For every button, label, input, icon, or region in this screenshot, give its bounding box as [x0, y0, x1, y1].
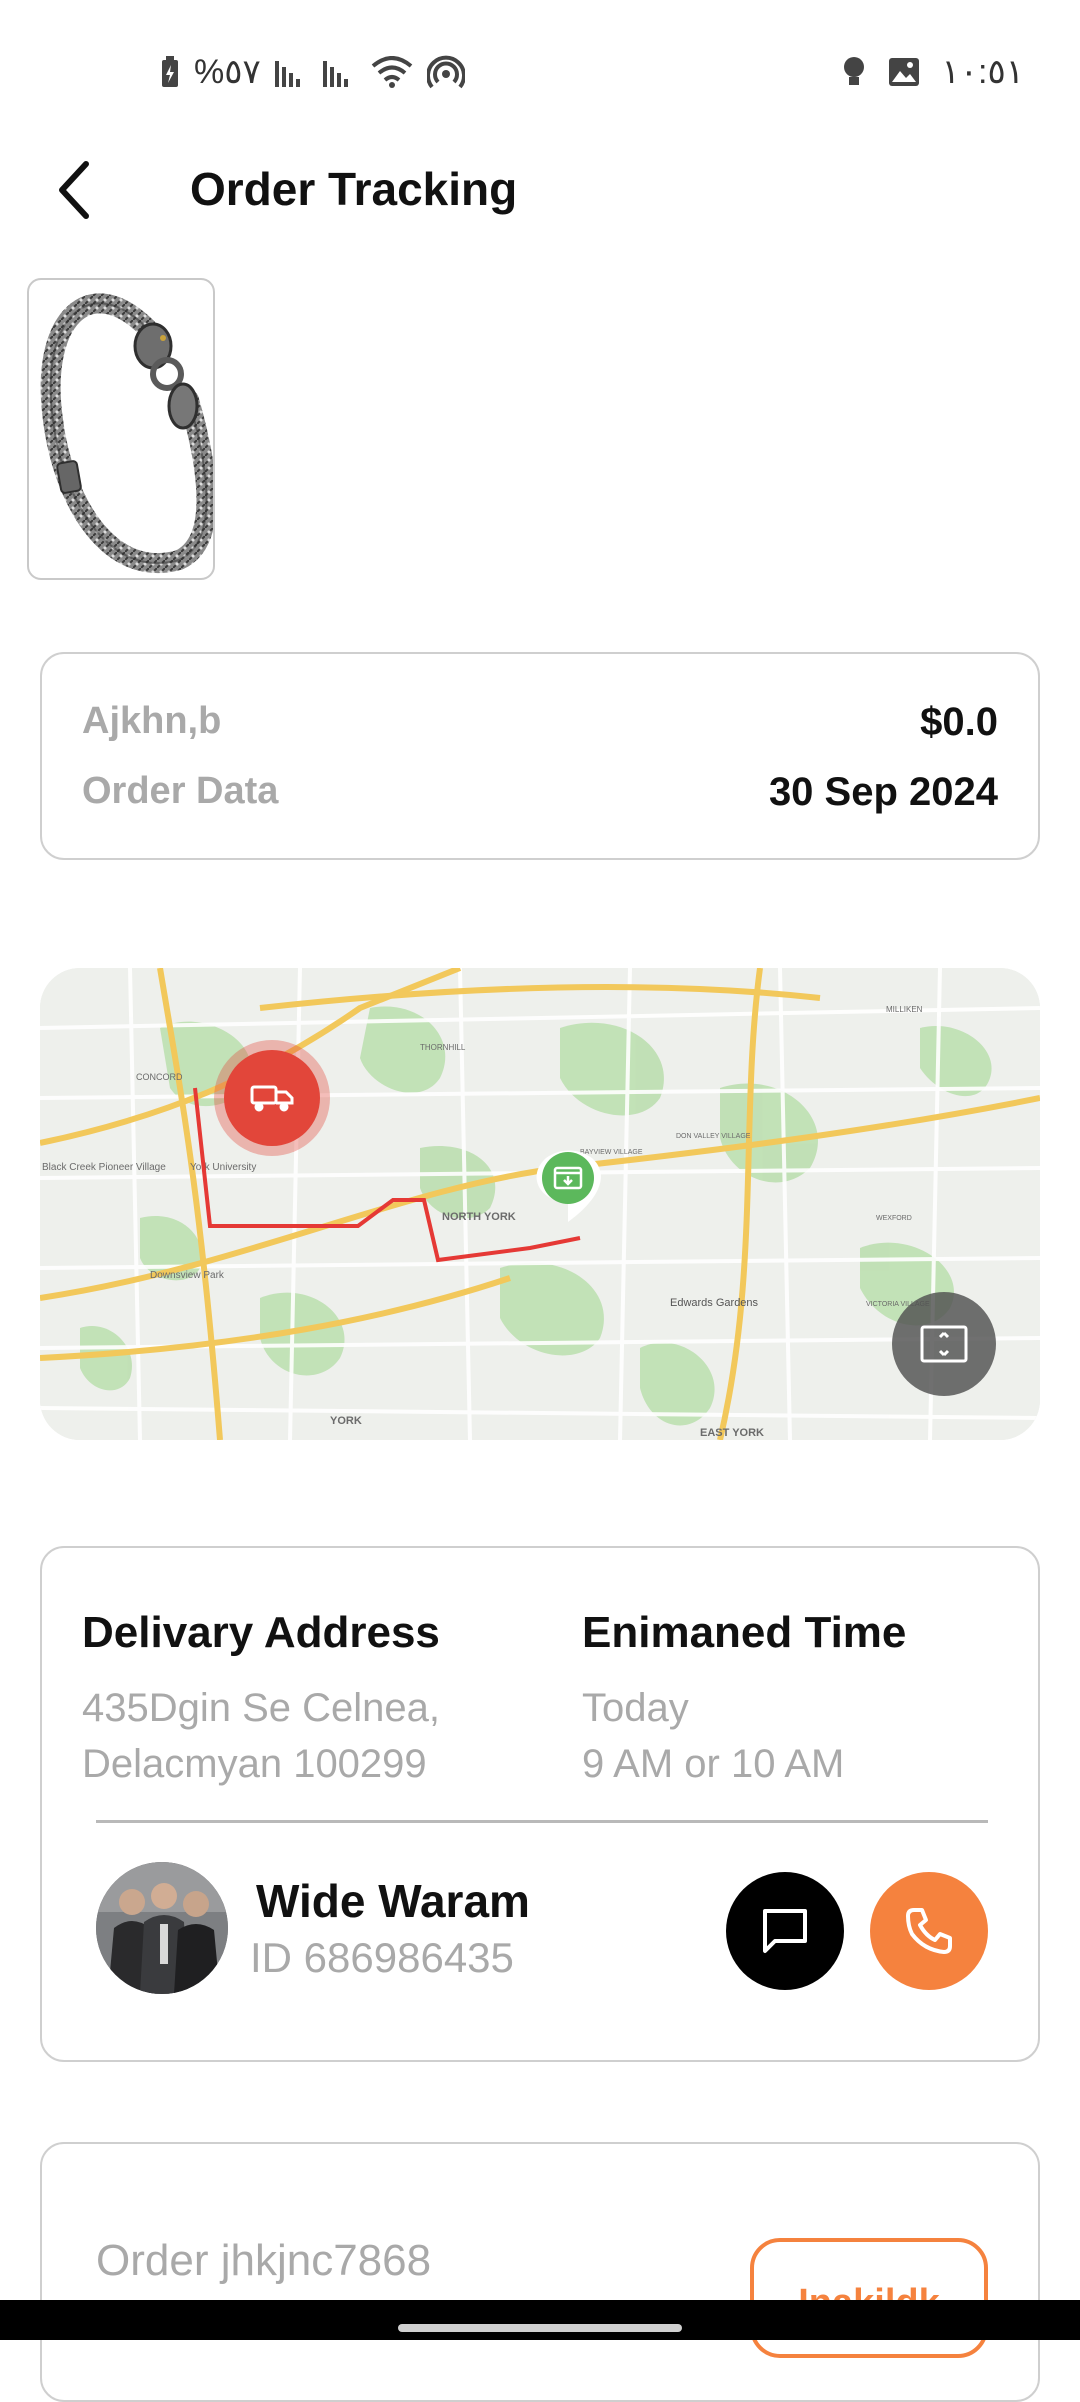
map-label: BAYVIEW VILLAGE [580, 1149, 643, 1156]
product-image[interactable] [27, 278, 215, 580]
map-label: DON VALLEY VILLAGE [676, 1133, 751, 1140]
map-label: MILLIKEN [886, 1005, 923, 1014]
header: Order Tracking [0, 140, 1080, 240]
courier-name: Wide Waram [256, 1875, 530, 1927]
bulb-icon [842, 55, 866, 89]
fullscreen-button[interactable] [892, 1292, 996, 1396]
navigation-bar [0, 2300, 1080, 2340]
battery-percent: %٥٧ [194, 53, 261, 91]
origin-pin[interactable] [214, 1040, 330, 1156]
product-price: $0.0 [920, 700, 998, 744]
map-label: EAST YORK [700, 1427, 764, 1439]
avatar [96, 1862, 228, 1994]
time-day: Today [582, 1686, 689, 1730]
chat-icon [763, 1909, 807, 1953]
time-window: 9 AM or 10 AM [582, 1742, 845, 1786]
order-id: Order jhkjnc7868 [96, 2236, 432, 2285]
image-icon [888, 57, 920, 87]
clock: ١٠:٥١ [941, 53, 1025, 91]
page-title: Order Tracking [190, 163, 518, 215]
map-label: THORNHILL [420, 1043, 466, 1052]
divider [96, 1820, 988, 1823]
fullscreen-icon [920, 1325, 968, 1363]
map-label: CONCORD [136, 1072, 183, 1082]
signal-icon [274, 57, 309, 87]
status-right: ١٠:٥١ [842, 52, 1025, 92]
map-label: Black Creek Pioneer Village [42, 1162, 166, 1173]
order-date: 30 Sep 2024 [768, 770, 998, 814]
map-label: WEXFORD [876, 1215, 912, 1222]
map-label: Edwards Gardens [670, 1297, 759, 1309]
delivery-address-title: Delivary Address [82, 1608, 440, 1657]
back-arrow-icon [59, 161, 89, 219]
battery-icon [160, 55, 180, 89]
map-label: York University [190, 1162, 256, 1173]
address-line-2: Delacmyan 100299 [82, 1742, 427, 1786]
order-date-label: Order Data [82, 770, 279, 812]
chat-button[interactable] [726, 1872, 844, 1990]
estimated-time-title: Enimaned Time [582, 1608, 907, 1657]
status-left: %٥٧ [160, 52, 465, 92]
order-card: Order jhkjnc7868 Inakildk [40, 2142, 1040, 2402]
order-action-button[interactable]: Inakildk [750, 2238, 988, 2358]
status-bar: %٥٧ ١٠:٥١ [0, 0, 1080, 140]
hotspot-icon [426, 55, 465, 89]
home-handle[interactable] [398, 2324, 682, 2332]
map-label: Downsview Park [150, 1270, 225, 1281]
order-summary-card: Ajkhn,b $0.0 Order Data 30 Sep 2024 [40, 652, 1040, 860]
signal-icon [322, 57, 357, 87]
map-label: YORK [330, 1415, 362, 1427]
map-canvas: NORTH YORK Edwards Gardens York Universi… [40, 968, 1040, 1440]
product-name: Ajkhn,b [82, 700, 222, 742]
phone-icon [906, 1908, 952, 1954]
bracelet-image [40, 293, 213, 574]
courier-id: ID 686986435 [250, 1934, 514, 1981]
address-line-1: 435Dgin Se Celnea, [82, 1686, 441, 1730]
delivery-info-card: Delivary Address 435Dgin Se Celnea, Dela… [40, 1546, 1040, 2062]
call-button[interactable] [870, 1872, 988, 1990]
tracking-map[interactable]: NORTH YORK Edwards Gardens York Universi… [40, 968, 1040, 1440]
map-label: NORTH YORK [442, 1211, 516, 1223]
back-button[interactable] [46, 158, 102, 222]
wifi-icon [371, 56, 413, 88]
